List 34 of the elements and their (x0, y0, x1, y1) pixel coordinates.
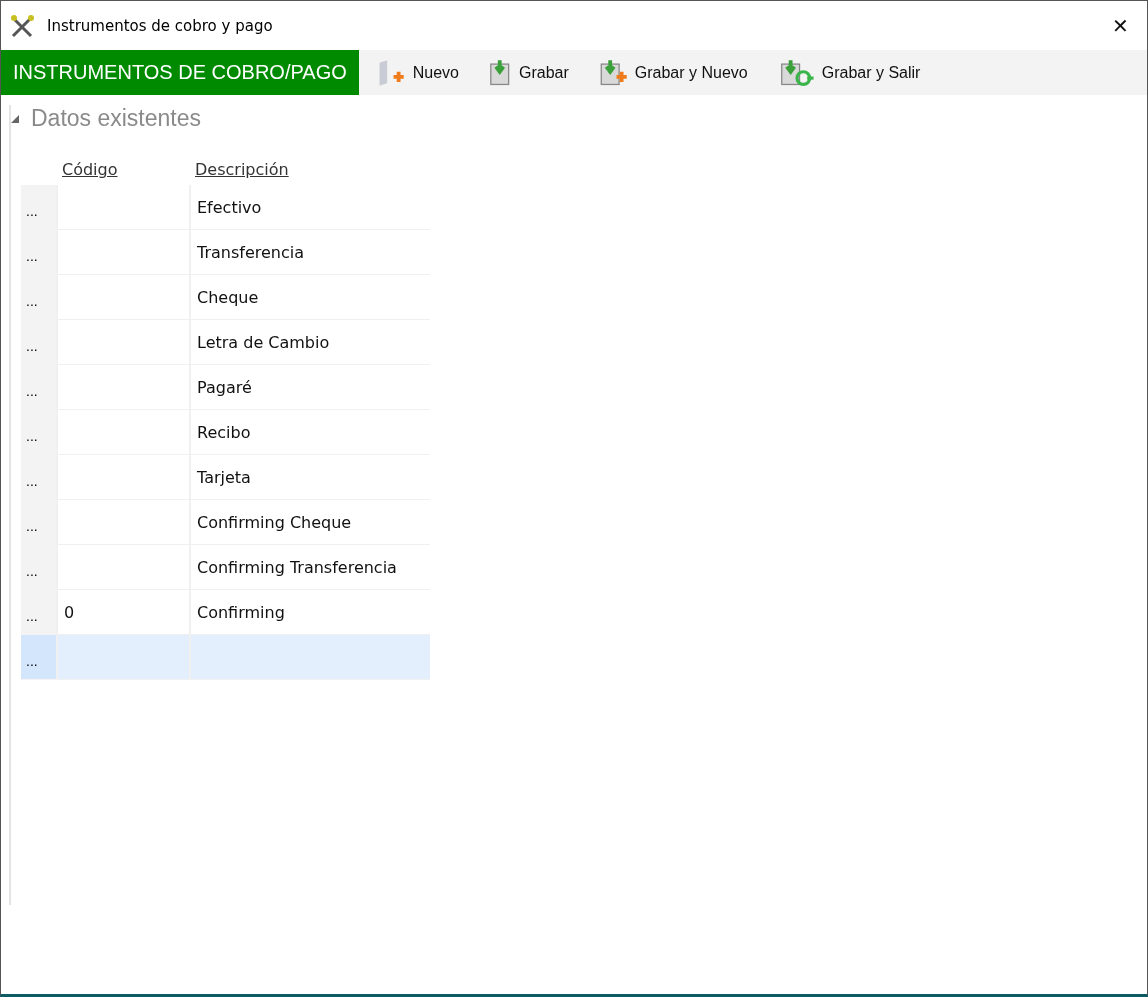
row-handle[interactable]: ... (21, 500, 56, 545)
row-handle[interactable]: ... (21, 590, 56, 635)
table-cell: Confirming Transferencia (189, 545, 430, 590)
table-cell: Pagaré (189, 365, 430, 410)
row-handle[interactable]: ... (21, 545, 56, 590)
row-handle[interactable]: ... (21, 635, 56, 680)
table-cell: Letra de Cambio (189, 320, 430, 365)
tools-icon (9, 13, 37, 38)
row-handle[interactable]: ... (21, 365, 56, 410)
table-cell: Tarjeta (189, 455, 430, 500)
table-cell: Transferencia (189, 230, 430, 275)
toolbar-button[interactable]: Grabar (473, 58, 583, 87)
row-handle[interactable]: ... (21, 320, 56, 365)
collapse-triangle-icon[interactable] (11, 114, 19, 123)
window-title: Instrumentos de cobro y pago (47, 16, 274, 35)
toolbar-button[interactable]: Grabar y Salir (761, 58, 935, 87)
row-handle[interactable]: ... (21, 275, 56, 320)
column-header[interactable]: Código (56, 154, 124, 185)
close-button[interactable]: ✕ (1102, 13, 1139, 38)
table-cell: Confirming (189, 590, 430, 635)
row-handle[interactable]: ... (21, 410, 56, 455)
table-cell: Cheque (189, 275, 430, 320)
section-title: Datos existentes (31, 105, 202, 132)
module-heading: INSTRUMENTOS DE COBRO/PAGO (1, 50, 359, 95)
table-cell: Recibo (189, 410, 430, 455)
row-handle[interactable]: ... (21, 455, 56, 500)
row-handle[interactable]: ... (21, 230, 56, 275)
row-handle[interactable]: ... (21, 185, 56, 230)
table-cell: Confirming Cheque (189, 500, 430, 545)
column-header[interactable]: Descripción (189, 154, 295, 185)
toolbar-button[interactable]: Grabar y Nuevo (582, 58, 762, 87)
table-cell: 0 (56, 590, 189, 635)
toolbar-button[interactable]: Nuevo (358, 58, 473, 87)
table-cell: Efectivo (189, 185, 430, 230)
